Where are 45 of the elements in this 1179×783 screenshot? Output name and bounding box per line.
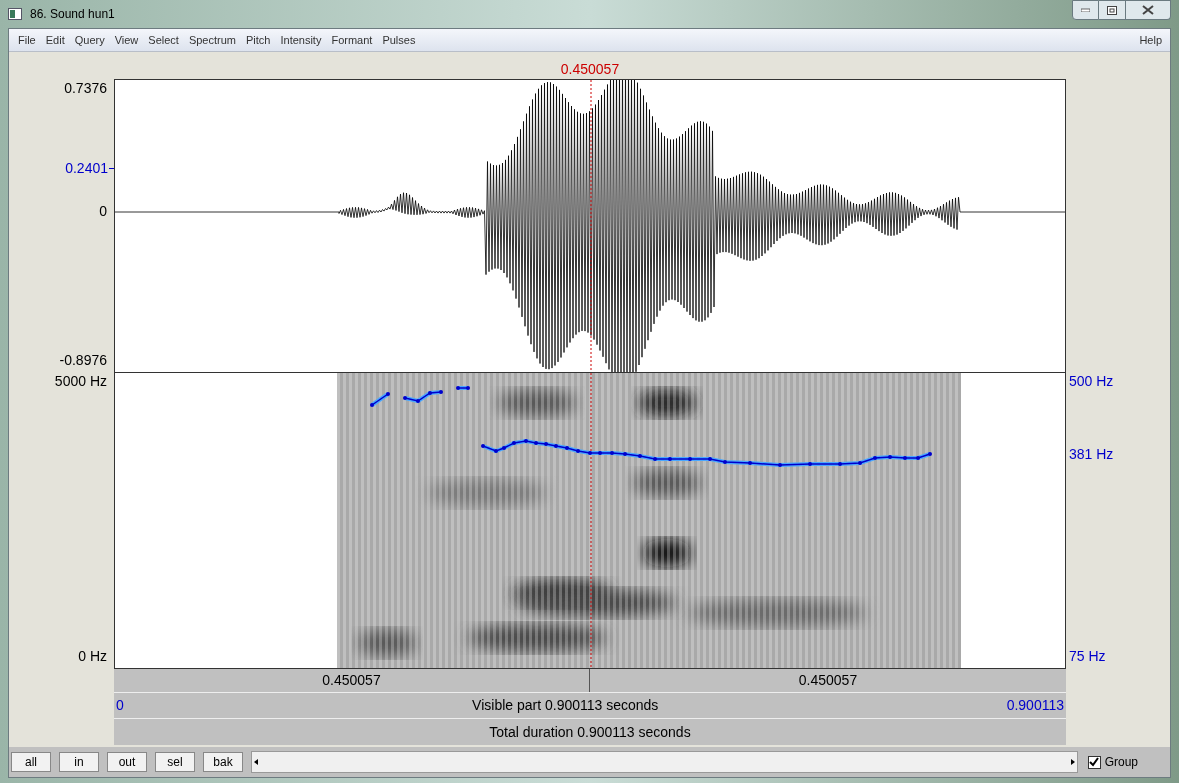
pitch-cursor-label: 381 Hz	[1069, 445, 1114, 463]
checkmark-icon	[1089, 757, 1100, 767]
group-checkbox[interactable]	[1087, 755, 1101, 769]
close-icon	[1142, 5, 1154, 15]
amplitude-max-label: 0.7376	[64, 79, 107, 97]
frequency-max-label: 5000 Hz	[54, 372, 107, 390]
pitch-min-label: 75 Hz	[1069, 647, 1106, 665]
menu-item[interactable]: View	[109, 31, 144, 49]
help-menu[interactable]: Help	[1135, 31, 1166, 49]
group-label: Group	[1104, 754, 1138, 771]
app-icon	[8, 8, 22, 20]
total-duration-label[interactable]: Total duration 0.900113 seconds	[489, 721, 691, 743]
minimize-icon	[1081, 8, 1090, 12]
maximize-button[interactable]	[1099, 0, 1126, 20]
time-label[interactable]: 0.450057	[590, 669, 1066, 692]
amplitude-zero-label: 0	[99, 202, 107, 220]
menu-item[interactable]: Spectrum	[183, 31, 241, 49]
minimize-button[interactable]	[1072, 0, 1099, 20]
visible-part-bar[interactable]: 0 Visible part 0.900113 seconds 0.900113	[114, 693, 1066, 719]
menu-item[interactable]: File	[13, 31, 41, 49]
menu-item[interactable]: Pulses	[377, 31, 421, 49]
horizontal-scrollbar[interactable]	[251, 751, 1078, 773]
cursor-time: 0.450057	[560, 60, 620, 79]
menu-item[interactable]: Query	[69, 31, 110, 49]
zoom-button[interactable]: bak	[203, 752, 243, 772]
close-button[interactable]	[1126, 0, 1171, 20]
window-title: 86. Sound hun1	[30, 6, 115, 23]
frequency-min-label: 0 Hz	[78, 647, 107, 665]
zoom-button[interactable]: all	[11, 752, 51, 772]
cursor-amplitude-label: 0.2401	[65, 159, 108, 177]
zoom-button[interactable]: sel	[155, 752, 195, 772]
amplitude-min-label: -0.8976	[59, 351, 107, 369]
visible-start: 0	[116, 696, 124, 715]
menu-item[interactable]: Select	[143, 31, 184, 49]
maximize-icon	[1107, 5, 1117, 15]
menu-item[interactable]: Formant	[326, 31, 378, 49]
visible-end: 0.900113	[1006, 696, 1064, 715]
menu-item[interactable]: Pitch	[241, 31, 276, 49]
visible-part-label: Visible part 0.900113 seconds	[472, 696, 659, 715]
menu-item[interactable]: Edit	[40, 31, 70, 49]
zoom-button[interactable]: out	[107, 752, 147, 772]
pitch-max-label: 500 Hz	[1069, 372, 1114, 390]
time-label[interactable]: 0.450057	[114, 669, 590, 692]
zoom-button[interactable]: in	[59, 752, 99, 772]
menu-item[interactable]: Intensity	[275, 31, 327, 49]
